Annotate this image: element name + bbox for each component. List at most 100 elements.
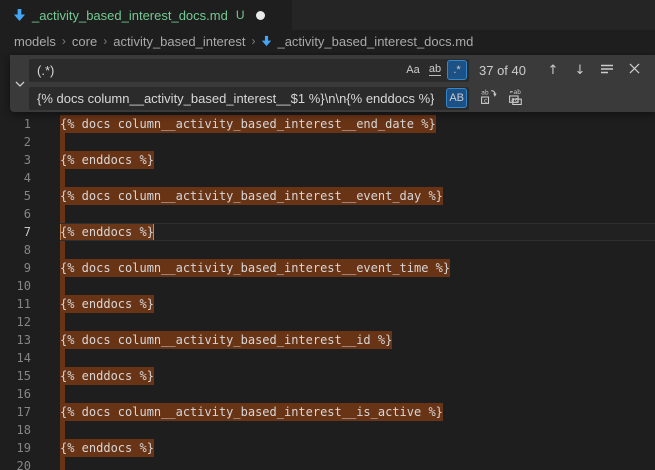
match-count: 37 of 40 — [479, 63, 526, 78]
match-case-toggle[interactable]: Aa — [403, 60, 423, 80]
line-content — [60, 421, 65, 439]
replace-one-button[interactable]: ab c — [477, 88, 499, 110]
line-number[interactable]: 7 — [0, 223, 31, 241]
code-line-2[interactable]: 2 — [0, 133, 655, 151]
line-number[interactable]: 17 — [0, 403, 31, 421]
line-content — [60, 205, 65, 223]
arrow-up-icon: ↑ — [548, 63, 559, 78]
svg-text:ac: ac — [510, 97, 518, 103]
code-line-9[interactable]: 9 {% docs column__activity_based_interest… — [0, 259, 655, 277]
preserve-case-label: AB — [449, 92, 464, 104]
line-content: {% enddocs %} — [60, 439, 154, 457]
editor-pane: (.*) Aa ab .* 37 of 40 — [0, 52, 655, 470]
regex-label: .* — [453, 64, 460, 76]
breadcrumb-item-core[interactable]: core — [72, 34, 97, 49]
markdown-file-icon — [13, 8, 26, 22]
line-number[interactable]: 5 — [0, 187, 31, 205]
replace-input[interactable]: {% docs column__activity_based_interest_… — [29, 87, 469, 110]
code-line-10[interactable]: 10 — [0, 277, 655, 295]
code-line-14[interactable]: 14 — [0, 349, 655, 367]
code-line-8[interactable]: 8 — [0, 241, 655, 259]
toggle-replace-button[interactable] — [10, 55, 29, 112]
previous-match-button[interactable]: ↑ — [542, 60, 564, 82]
code-line-20[interactable]: 20 — [0, 457, 655, 470]
code-line-7[interactable]: 7 {% enddocs %} — [0, 223, 655, 241]
line-content: {% enddocs %} — [60, 151, 154, 169]
code-line-19[interactable]: 19 {% enddocs %} — [0, 439, 655, 457]
line-number[interactable]: 20 — [0, 457, 31, 470]
line-number[interactable]: 4 — [0, 169, 31, 187]
code-area: 1 {% docs column__activity_based_interest… — [0, 115, 655, 470]
line-content: {% docs column__activity_based_interest_… — [60, 115, 436, 133]
replace-input-value: {% docs column__activity_based_interest_… — [37, 91, 434, 106]
close-icon — [629, 63, 640, 78]
line-content: {% docs column__activity_based_interest_… — [60, 331, 392, 349]
find-match: {% docs column__activity_based_interest_… — [60, 259, 450, 277]
code-line-4[interactable]: 4 — [0, 169, 655, 187]
line-number[interactable]: 16 — [0, 385, 31, 403]
find-match-empty — [60, 133, 65, 151]
line-number[interactable]: 14 — [0, 349, 31, 367]
breadcrumb-item-activity-based-interest[interactable]: activity_based_interest — [113, 34, 245, 49]
code-line-11[interactable]: 11 {% enddocs %} — [0, 295, 655, 313]
line-content — [60, 385, 65, 403]
line-number[interactable]: 9 — [0, 259, 31, 277]
line-number[interactable]: 1 — [0, 115, 31, 133]
line-number[interactable]: 3 — [0, 151, 31, 169]
unsaved-changes-dot[interactable] — [256, 11, 265, 20]
line-content: {% enddocs %} — [60, 295, 154, 313]
preserve-case-toggle[interactable]: AB — [446, 88, 467, 108]
code-line-6[interactable]: 6 — [0, 205, 655, 223]
line-content: {% docs column__activity_based_interest_… — [60, 187, 443, 205]
code-line-12[interactable]: 12 — [0, 313, 655, 331]
next-match-button[interactable]: ↓ — [569, 60, 591, 82]
line-content — [60, 169, 65, 187]
code-line-1[interactable]: 1 {% docs column__activity_based_interest… — [0, 115, 655, 133]
line-number[interactable]: 13 — [0, 331, 31, 349]
find-match-current: {% enddocs %} — [60, 223, 154, 241]
find-input-value: (.*) — [37, 63, 54, 78]
line-content — [60, 457, 65, 470]
replace-all-button[interactable]: ab ac — [505, 88, 527, 110]
replace-all-icon: ab ac — [508, 88, 525, 109]
regex-toggle[interactable]: .* — [447, 60, 467, 80]
breadcrumb-item-file[interactable]: _activity_based_interest_docs.md — [261, 34, 473, 49]
code-line-18[interactable]: 18 — [0, 421, 655, 439]
line-number[interactable]: 15 — [0, 367, 31, 385]
svg-text:ab: ab — [481, 88, 489, 96]
breadcrumb-separator: › — [103, 34, 107, 48]
line-number[interactable]: 2 — [0, 133, 31, 151]
whole-word-label: ab — [429, 64, 441, 76]
find-in-selection-button[interactable] — [596, 60, 618, 82]
find-match: {% enddocs %} — [60, 439, 154, 457]
code-line-15[interactable]: 15{% enddocs %} — [0, 367, 655, 385]
find-input[interactable]: (.*) Aa ab .* — [29, 59, 469, 82]
line-number[interactable]: 19 — [0, 439, 31, 457]
line-number[interactable]: 18 — [0, 421, 31, 439]
whole-word-toggle[interactable]: ab — [425, 60, 445, 80]
code-line-3[interactable]: 3 {% enddocs %} — [0, 151, 655, 169]
selection-lines-icon — [600, 63, 614, 79]
find-match: {% enddocs %} — [60, 295, 154, 313]
match-case-label: Aa — [406, 64, 419, 76]
line-number[interactable]: 10 — [0, 277, 31, 295]
line-content: {% enddocs %} — [60, 223, 154, 241]
code-line-5[interactable]: 5 {% docs column__activity_based_interest… — [0, 187, 655, 205]
tab-activity-based-interest-docs[interactable]: _activity_based_interest_docs.md U — [0, 0, 292, 30]
code-line-16[interactable]: 16 — [0, 385, 655, 403]
find-match-empty — [60, 421, 65, 439]
line-number[interactable]: 8 — [0, 241, 31, 259]
breadcrumb-separator: › — [251, 34, 255, 48]
find-match-empty — [60, 313, 65, 331]
find-match-empty — [60, 385, 65, 403]
code-line-13[interactable]: 13 {% docs column__activity_based_interes… — [0, 331, 655, 349]
line-content — [60, 133, 65, 151]
line-number[interactable]: 6 — [0, 205, 31, 223]
line-number[interactable]: 12 — [0, 313, 31, 331]
line-content — [60, 277, 65, 295]
line-number[interactable]: 11 — [0, 295, 31, 313]
code-line-17[interactable]: 17{% docs column__activity_based_interes… — [0, 403, 655, 421]
find-match-empty — [60, 349, 65, 367]
close-find-button[interactable] — [623, 60, 645, 82]
breadcrumb-item-models[interactable]: models — [14, 34, 56, 49]
